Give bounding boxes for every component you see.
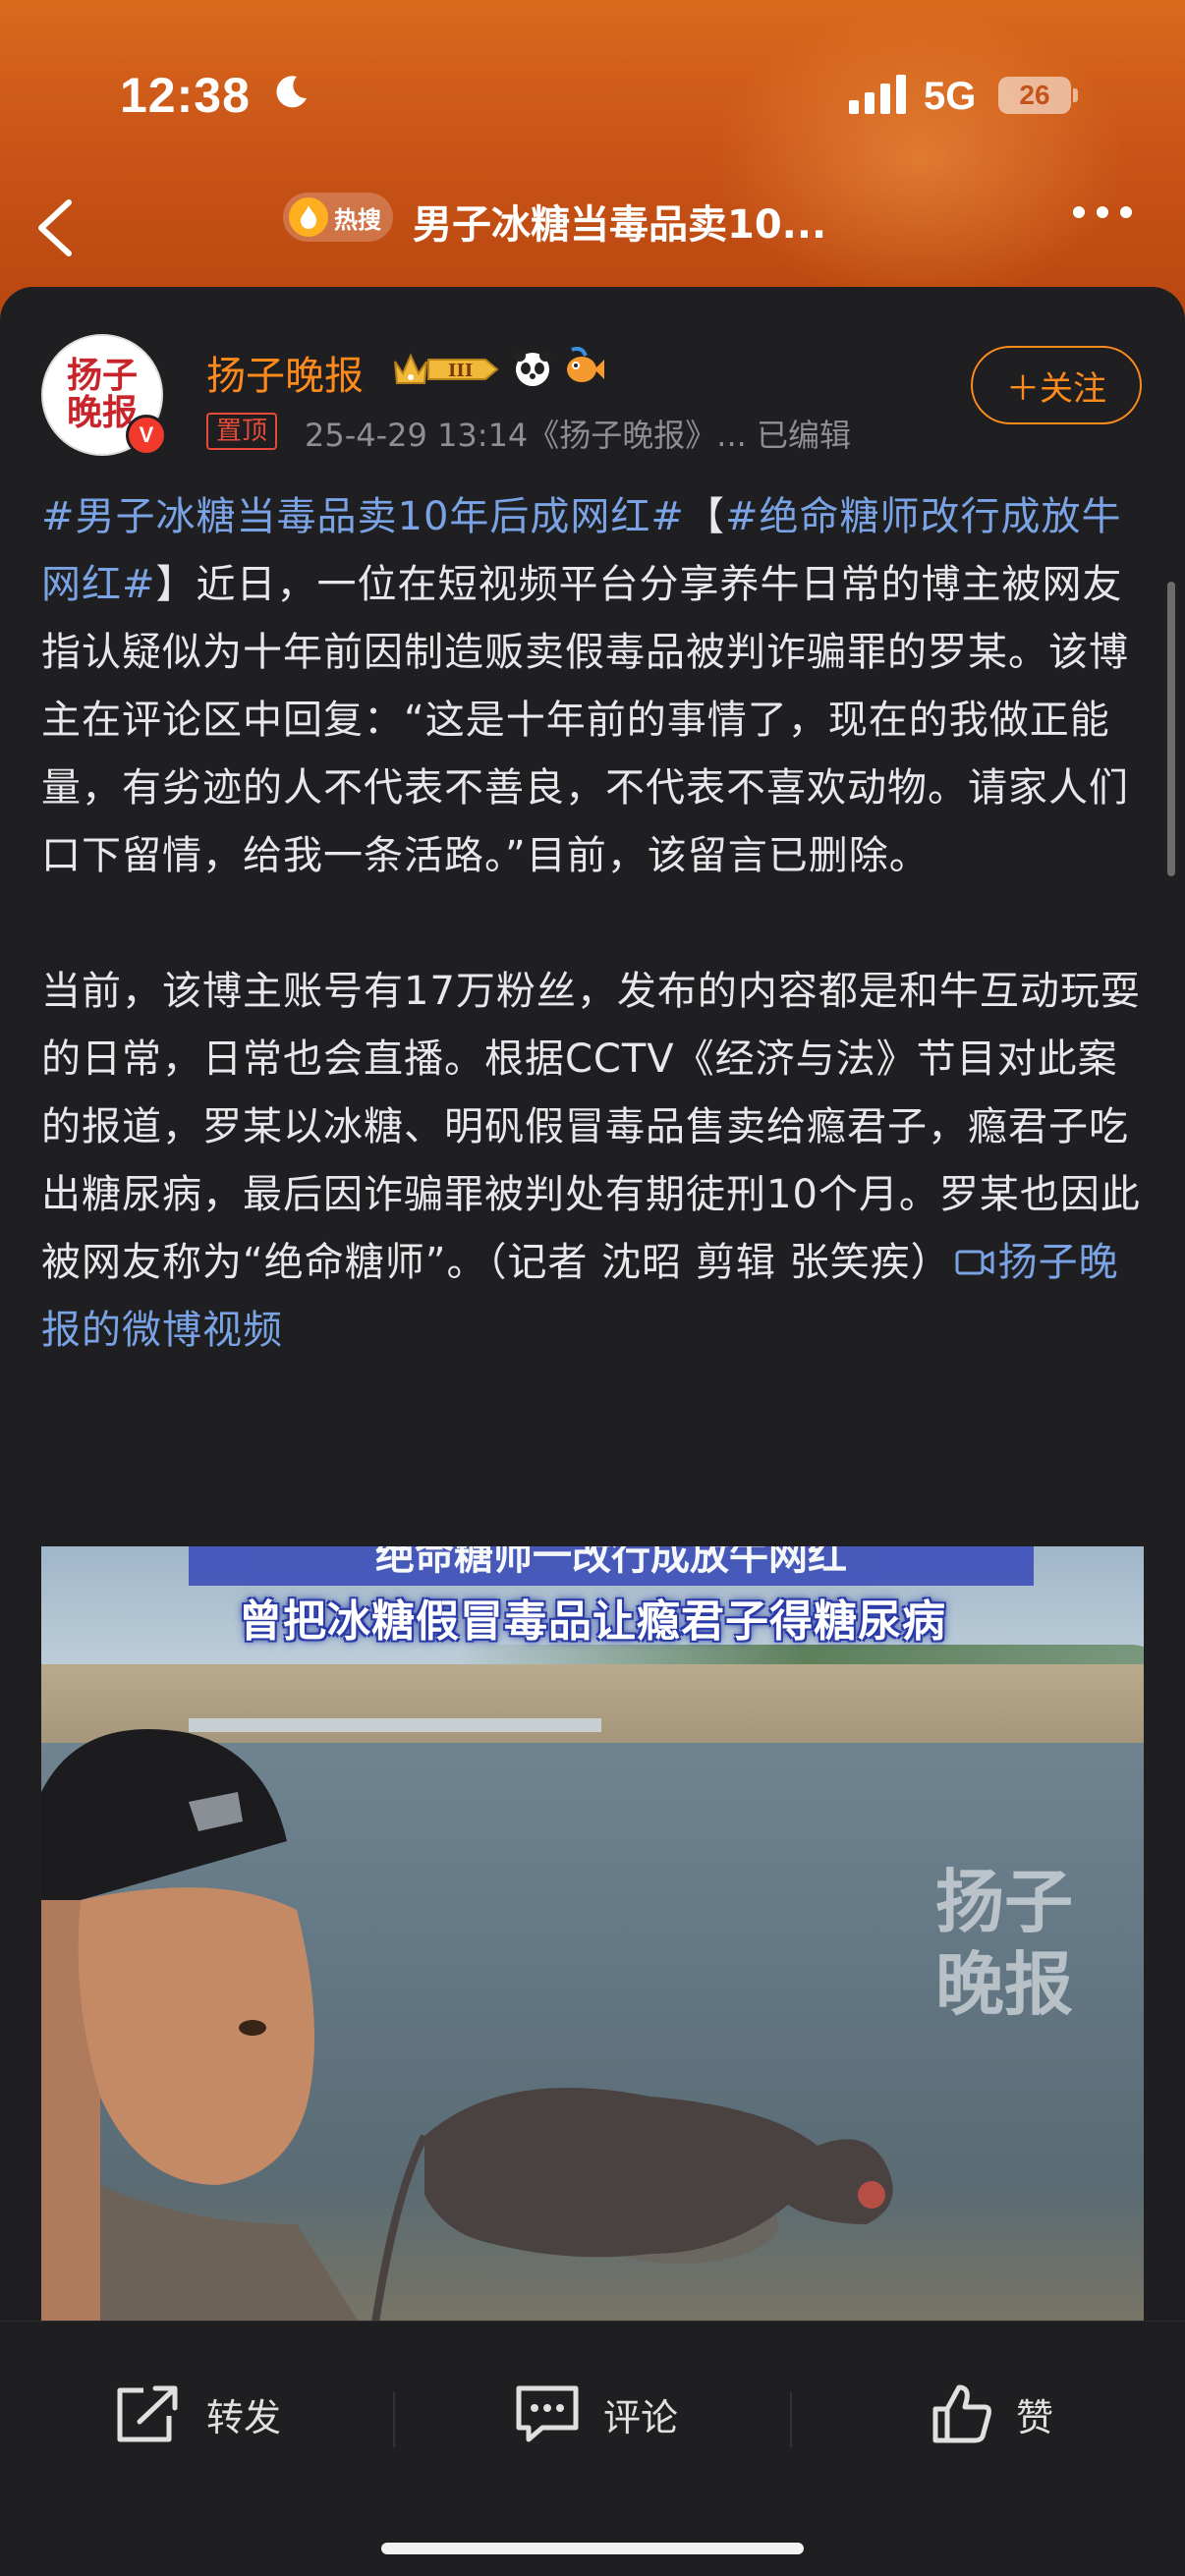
- bottom-action-bar: 转发 评论 赞: [0, 2321, 1185, 2576]
- back-button[interactable]: [28, 187, 86, 265]
- avatar-logo-line1: 扬子: [66, 355, 138, 397]
- vip-crown-icon: III: [391, 348, 501, 395]
- watermark-line2: 晚报: [935, 1943, 1073, 2025]
- scrollbar[interactable]: [1167, 582, 1175, 876]
- author-name[interactable]: 扬子晚报: [206, 344, 364, 401]
- more-options-button[interactable]: [1073, 206, 1132, 218]
- repost-button[interactable]: 转发: [114, 2375, 281, 2453]
- share-icon: [117, 2385, 178, 2442]
- comment-icon: [516, 2385, 579, 2442]
- video-thumbnail[interactable]: 绝命糖师一改行成放牛网红 曾把冰糖假冒毒品让瘾君子得糖尿病 扬子 晚报: [41, 1546, 1144, 2321]
- follow-button[interactable]: ＋关注: [971, 346, 1142, 424]
- verified-badge: V: [126, 415, 167, 456]
- watermark-line1: 扬子: [935, 1861, 1073, 1942]
- battery-tip: [1073, 88, 1078, 102]
- thumbs-up-icon: [932, 2384, 991, 2443]
- video-caption-top: 绝命糖师一改行成放牛网红: [189, 1546, 1034, 1586]
- divider: [393, 2392, 395, 2447]
- post-paragraph-1: #男子冰糖当毒品卖10年后成网红#【#绝命糖师改行成放牛网红#】近日，一位在短视…: [41, 483, 1147, 890]
- network-type: 5G: [924, 75, 977, 118]
- signal-icon: [849, 75, 910, 118]
- dot-icon: [1120, 206, 1132, 218]
- home-indicator[interactable]: [381, 2543, 804, 2554]
- post-card: 扬子 晚报 V 扬子晚报 III 置顶 25-4-29 13:14《扬子晚报》.…: [0, 287, 1185, 2321]
- video-watermark: 扬子 晚报: [935, 1861, 1093, 2026]
- hot-search-badge[interactable]: 热搜: [283, 193, 393, 242]
- battery-level: 26: [1019, 80, 1050, 110]
- video-caption: 曾把冰糖假冒毒品让瘾君子得糖尿病: [239, 1596, 946, 1647]
- pinned-badge: 置顶: [206, 413, 278, 450]
- like-label: 赞: [1016, 2395, 1054, 2439]
- post-meta: 25-4-29 13:14《扬子晚报》... 已编辑: [305, 417, 851, 454]
- bracket-open: 【: [684, 494, 725, 539]
- comment-button[interactable]: 评论: [513, 2375, 678, 2453]
- fish-icon: [562, 346, 605, 393]
- comment-label: 评论: [603, 2395, 679, 2439]
- dot-icon: [1073, 206, 1085, 218]
- avatar-logo: 扬子 晚报: [66, 355, 138, 432]
- moon-icon: [271, 73, 310, 116]
- dot-icon: [1097, 206, 1108, 218]
- buffalo-figure: [371, 2088, 893, 2321]
- paragraph-1-text: 】近日，一位在短视频平台分享养牛日常的博主被网友指认疑似为十年前因制造贩卖假毒品…: [41, 562, 1129, 878]
- hot-search-label: 热搜: [334, 205, 381, 234]
- repost-label: 转发: [206, 2395, 282, 2439]
- video-icon: [955, 1250, 994, 1275]
- status-bar: 12:38 5G 26: [0, 0, 1185, 196]
- battery-icon: 26: [998, 77, 1071, 114]
- paragraph-2-text: 当前，该博主账号有17万粉丝，发布的内容都是和牛互动玩耍的日常，日常也会直播。根…: [41, 969, 1141, 1285]
- like-button[interactable]: 赞: [930, 2375, 1053, 2453]
- post-paragraph-2: 当前，该博主账号有17万粉丝，发布的内容都是和牛互动玩耍的日常，日常也会直播。根…: [41, 958, 1147, 1365]
- vip-level-text: III: [448, 361, 473, 381]
- status-time: 12:38: [120, 68, 251, 123]
- panda-icon: [511, 346, 554, 393]
- divider: [790, 2392, 792, 2447]
- post-body: #男子冰糖当毒品卖10年后成网红#【#绝命糖师改行成放牛网红#】近日，一位在短视…: [41, 483, 1147, 1365]
- person-figure: [41, 1729, 359, 2321]
- page-title: 男子冰糖当毒品卖10...: [413, 202, 827, 248]
- hashtag-link[interactable]: #男子冰糖当毒品卖10年后成网红#: [41, 494, 685, 539]
- flame-icon: [289, 197, 328, 237]
